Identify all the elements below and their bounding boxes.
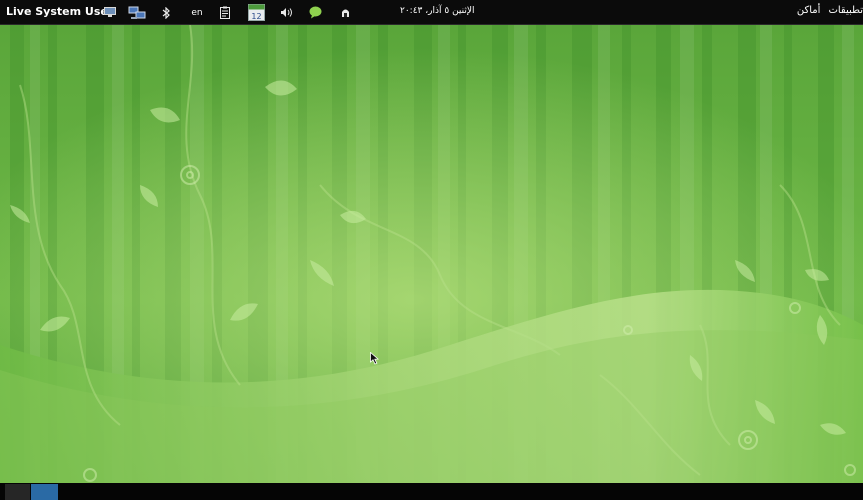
- desktop[interactable]: [0, 25, 863, 483]
- top-panel: Live System User en 12 الإثنين ٥ آذار، ٢…: [0, 0, 863, 25]
- power-icon[interactable]: [338, 0, 352, 25]
- calendar-icon[interactable]: 12: [246, 0, 266, 25]
- workspace-1-button[interactable]: [5, 484, 30, 500]
- places-menu[interactable]: أماكن: [797, 5, 821, 16]
- chat-icon[interactable]: [307, 0, 323, 25]
- keyboard-layout-indicator[interactable]: en: [188, 0, 206, 25]
- workspace-2-button[interactable]: [31, 484, 58, 500]
- clipboard-icon[interactable]: [218, 0, 232, 25]
- main-menu: تطبيقات أماكن: [797, 5, 863, 16]
- monitor-icon[interactable]: [103, 0, 117, 25]
- user-menu-label: Live System User: [6, 5, 114, 18]
- user-menu[interactable]: Live System User: [6, 5, 113, 18]
- keyboard-layout-label: en: [191, 7, 203, 18]
- applications-menu[interactable]: تطبيقات: [828, 5, 863, 16]
- volume-icon[interactable]: [279, 0, 295, 25]
- mouse-pointer-icon: [370, 352, 379, 365]
- bluetooth-icon[interactable]: [159, 0, 173, 25]
- wallpaper: [0, 25, 863, 483]
- bottom-panel: [0, 483, 863, 500]
- calendar-day: 12: [251, 12, 261, 21]
- network-icon[interactable]: [127, 0, 147, 25]
- panel-clock[interactable]: الإثنين ٥ آذار، ٢٠:٤٣: [400, 6, 475, 16]
